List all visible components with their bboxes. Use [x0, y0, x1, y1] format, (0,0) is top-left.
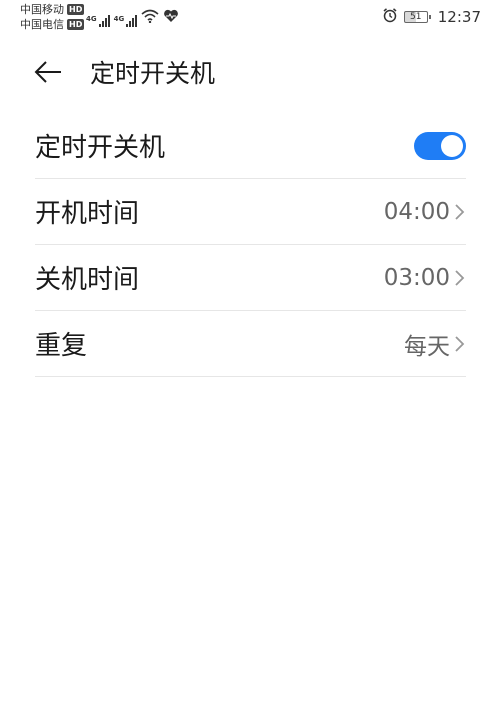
power-off-time-right: 03:00 — [384, 265, 466, 291]
scheduled-power-row[interactable]: 定时开关机 — [35, 113, 466, 179]
power-on-time-label: 开机时间 — [35, 199, 140, 229]
chevron-right-icon — [454, 268, 466, 288]
carrier-info: 中国移动 HD 中国电信 HD — [20, 2, 85, 32]
back-arrow-icon — [33, 60, 63, 88]
status-time: 12:37 — [437, 8, 481, 26]
chevron-right-icon — [454, 334, 466, 354]
status-right: 51 12:37 — [382, 7, 481, 27]
back-button[interactable] — [28, 56, 68, 92]
wifi-icon — [141, 8, 159, 27]
scheduled-power-label: 定时开关机 — [35, 133, 166, 163]
hd-badge: HD — [67, 19, 85, 30]
title-bar: 定时开关机 — [0, 46, 500, 102]
power-off-time-value: 03:00 — [383, 264, 450, 291]
repeat-right: 每天 — [404, 327, 466, 361]
page-title: 定时开关机 — [90, 59, 216, 88]
hd-badge: HD — [67, 4, 85, 15]
carrier-2-name: 中国电信 — [20, 18, 64, 31]
scheduled-power-toggle[interactable] — [414, 131, 466, 160]
power-on-time-right: 04:00 — [384, 199, 466, 225]
settings-list: 定时开关机 开机时间 04:00 关机时间 03:00 重复 每天 — [35, 113, 466, 377]
power-off-time-row[interactable]: 关机时间 03:00 — [35, 245, 466, 311]
signal-icon: 4G — [86, 15, 110, 27]
battery-level: 51 — [410, 12, 422, 22]
network-type-1: 4G — [86, 15, 97, 23]
alarm-icon — [382, 7, 398, 27]
power-on-time-row[interactable]: 开机时间 04:00 — [35, 179, 466, 245]
power-on-time-value: 04:00 — [383, 198, 450, 225]
carrier-1-name: 中国移动 — [20, 3, 64, 16]
toggle-knob — [441, 134, 463, 157]
carrier-line-1: 中国移动 HD — [20, 2, 85, 17]
carrier-line-2: 中国电信 HD — [20, 17, 85, 32]
heart-icon — [163, 8, 179, 27]
chevron-right-icon — [454, 202, 466, 222]
signal-icon: 4G — [114, 15, 138, 27]
status-bar: 中国移动 HD 中国电信 HD 4G 4G 51 12:37 — [0, 0, 500, 36]
repeat-value: 每天 — [404, 333, 450, 360]
battery-icon: 51 — [403, 11, 431, 23]
power-off-time-label: 关机时间 — [35, 265, 140, 295]
repeat-row[interactable]: 重复 每天 — [35, 311, 466, 377]
signal-group: 4G 4G — [86, 8, 179, 27]
network-type-2: 4G — [113, 15, 125, 23]
repeat-label: 重复 — [35, 331, 88, 361]
